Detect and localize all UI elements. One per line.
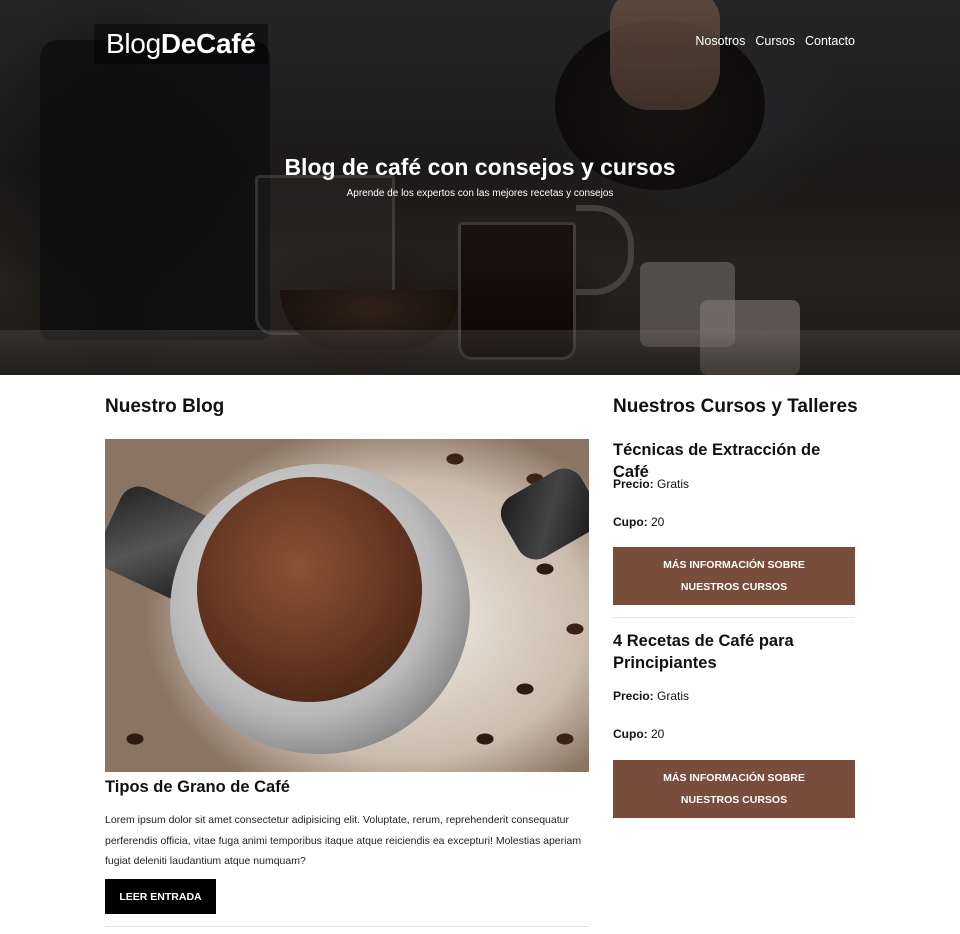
logo-text-bold: DeCafé: [160, 28, 256, 59]
blog-post-excerpt: Lorem ipsum dolor sit amet consectetur a…: [105, 814, 582, 867]
blog-divider: [105, 926, 589, 927]
price-value: Gratis: [657, 689, 690, 703]
nav-link-cursos[interactable]: Cursos: [755, 34, 795, 48]
seats-label: Cupo:: [613, 727, 648, 741]
seats-value: 20: [651, 515, 665, 529]
blog-section-title: Nuestro Blog: [105, 396, 225, 417]
courses-section-title: Nuestros Cursos y Talleres: [613, 396, 858, 417]
course-info-button[interactable]: Más Información sobre Nuestros Cursos: [613, 760, 855, 818]
hero-banner: BlogDeCafé Nosotros Cursos Contacto Blog…: [0, 0, 960, 375]
price-label: Precio:: [613, 477, 654, 491]
course-price: Precio: Gratis: [613, 477, 689, 491]
price-label: Precio:: [613, 689, 654, 703]
blog-post-image[interactable]: [105, 439, 589, 772]
hero-title: Blog de café con consejos y cursos: [284, 154, 676, 180]
main-nav: Nosotros Cursos Contacto: [695, 34, 855, 48]
course-seats: Cupo: 20: [613, 727, 664, 741]
course-divider: [613, 617, 855, 618]
seats-label: Cupo:: [613, 515, 648, 529]
nav-link-nosotros[interactable]: Nosotros: [695, 34, 745, 48]
price-value: Gratis: [657, 477, 690, 491]
course-price: Precio: Gratis: [613, 689, 689, 703]
course-info-button[interactable]: Más Información sobre Nuestros Cursos: [613, 547, 855, 605]
seats-value: 20: [651, 727, 665, 741]
course-title: 4 Recetas de Café para Principiantes: [613, 632, 794, 672]
site-logo[interactable]: BlogDeCafé: [94, 24, 268, 64]
hero-subtitle: Aprende de los expertos con las mejores …: [346, 188, 614, 199]
read-post-button[interactable]: Leer Entrada: [105, 879, 216, 914]
blog-post-title[interactable]: Tipos de Grano de Café: [105, 778, 290, 797]
course-seats: Cupo: 20: [613, 515, 664, 529]
nav-link-contacto[interactable]: Contacto: [805, 34, 855, 48]
logo-text-light: Blog: [106, 28, 161, 59]
coffee-grounds-graphic: [197, 477, 422, 702]
